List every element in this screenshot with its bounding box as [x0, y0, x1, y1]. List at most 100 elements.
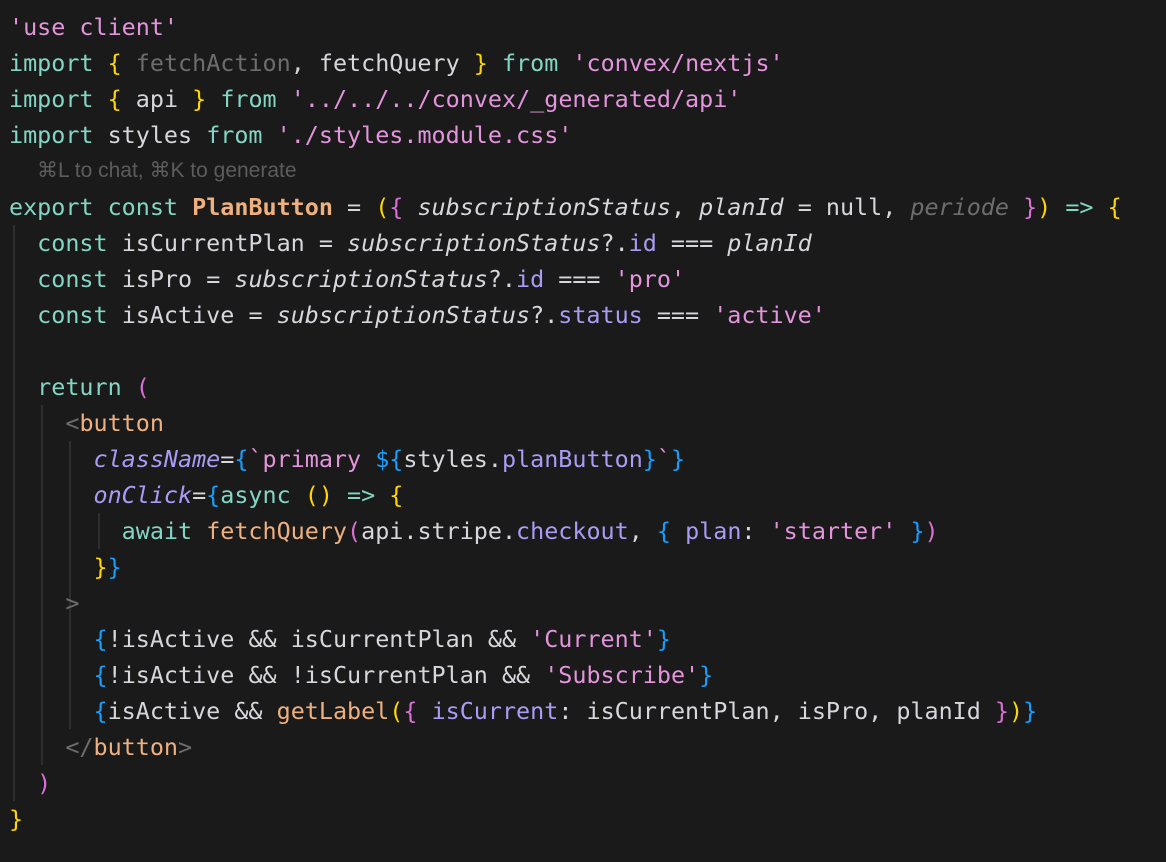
code-token: =: [192, 265, 235, 293]
code-token: 'Current': [530, 625, 657, 653]
code-token: ?.: [600, 229, 629, 257]
code-token: ${: [375, 445, 404, 473]
code-token: &&: [473, 625, 531, 653]
code-token: >: [65, 589, 80, 617]
code-line: const isCurrentPlan = subscriptionStatus…: [9, 225, 812, 261]
code-token: =>: [332, 481, 390, 509]
code-token: 'pro': [614, 265, 686, 293]
code-token: !: [107, 661, 122, 689]
code-token: }: [656, 625, 671, 653]
code-token: isCurrentPlan: [290, 625, 474, 653]
code-token: &&: [234, 625, 291, 653]
code-token: planButton: [501, 445, 643, 473]
code-token: .: [403, 517, 418, 545]
code-token: {: [389, 481, 404, 509]
code-token: plan: [685, 517, 742, 545]
code-token: .: [501, 517, 517, 545]
code-token: stripe: [417, 517, 502, 545]
code-token: subscriptionStatus: [276, 301, 531, 329]
code-token: :: [558, 697, 587, 725]
code-token: =: [220, 445, 235, 473]
code-token: isCurrentPlan: [304, 661, 488, 689]
code-editor[interactable]: 'use client' import { fetchAction, fetchQ…: [0, 0, 1166, 862]
code-token: `: [656, 445, 671, 473]
code-token: {: [107, 49, 122, 77]
code-token: .: [487, 445, 502, 473]
code-token: import: [9, 121, 94, 149]
code-token: ,: [290, 49, 319, 77]
code-line: await fetchQuery(api.stripe.checkout, { …: [9, 513, 939, 549]
code-token: isPro: [797, 697, 869, 725]
code-token: async: [220, 481, 291, 509]
code-token: }: [642, 445, 657, 473]
code-token: }: [473, 49, 488, 77]
code-token: return: [37, 373, 122, 401]
code-token: }: [699, 661, 714, 689]
code-line: {!isActive && isCurrentPlan && 'Current'…: [9, 621, 671, 657]
code-token: subscriptionStatus: [417, 193, 671, 221]
code-token: await: [121, 517, 193, 545]
code-token: import: [9, 85, 94, 113]
code-token: id: [516, 265, 545, 293]
code-line: import { fetchAction, fetchQuery } from …: [9, 45, 784, 81]
code-token: ,: [882, 193, 911, 221]
code-token: button: [93, 733, 179, 761]
code-token: :: [741, 517, 770, 545]
code-token: subscriptionStatus: [347, 229, 601, 257]
code-token: {: [93, 661, 108, 689]
code-token: onClick: [93, 481, 193, 509]
code-line: import styles from './styles.module.css': [9, 117, 572, 153]
code-token: &&: [234, 661, 291, 689]
code-token: </: [65, 733, 94, 761]
code-token: 'Subscribe': [544, 661, 700, 689]
code-token: styles: [107, 121, 193, 149]
code-line: className={`primary ${styles.planButton}…: [9, 441, 686, 477]
code-token: status: [558, 301, 643, 329]
code-token: `primary: [248, 445, 376, 473]
code-token: getLabel: [276, 697, 390, 725]
code-token: const: [107, 193, 179, 221]
code-token: {: [93, 697, 108, 725]
code-token: ,: [670, 193, 700, 221]
code-line: import { api } from '../../../convex/_ge…: [9, 81, 741, 117]
code-token: isActive: [121, 301, 235, 329]
code-token: planId: [727, 229, 812, 257]
code-line: const isActive = subscriptionStatus?.sta…: [9, 297, 826, 333]
code-token: ===: [642, 301, 714, 329]
code-token: id: [628, 229, 657, 257]
code-token: ,: [868, 697, 897, 725]
code-line: return (: [9, 369, 150, 405]
code-token: &&: [487, 661, 545, 689]
code-token: {: [206, 481, 221, 509]
code-token: (: [389, 697, 404, 725]
code-token: import: [9, 49, 94, 77]
code-token: =: [192, 481, 207, 509]
code-line: <button: [9, 405, 164, 441]
code-token: ): [924, 517, 939, 545]
code-token: fetchQuery: [318, 49, 460, 77]
code-token: }: [994, 697, 1010, 725]
code-token: =: [304, 229, 348, 257]
code-token: ,: [769, 697, 798, 725]
code-token: planId: [896, 697, 981, 725]
